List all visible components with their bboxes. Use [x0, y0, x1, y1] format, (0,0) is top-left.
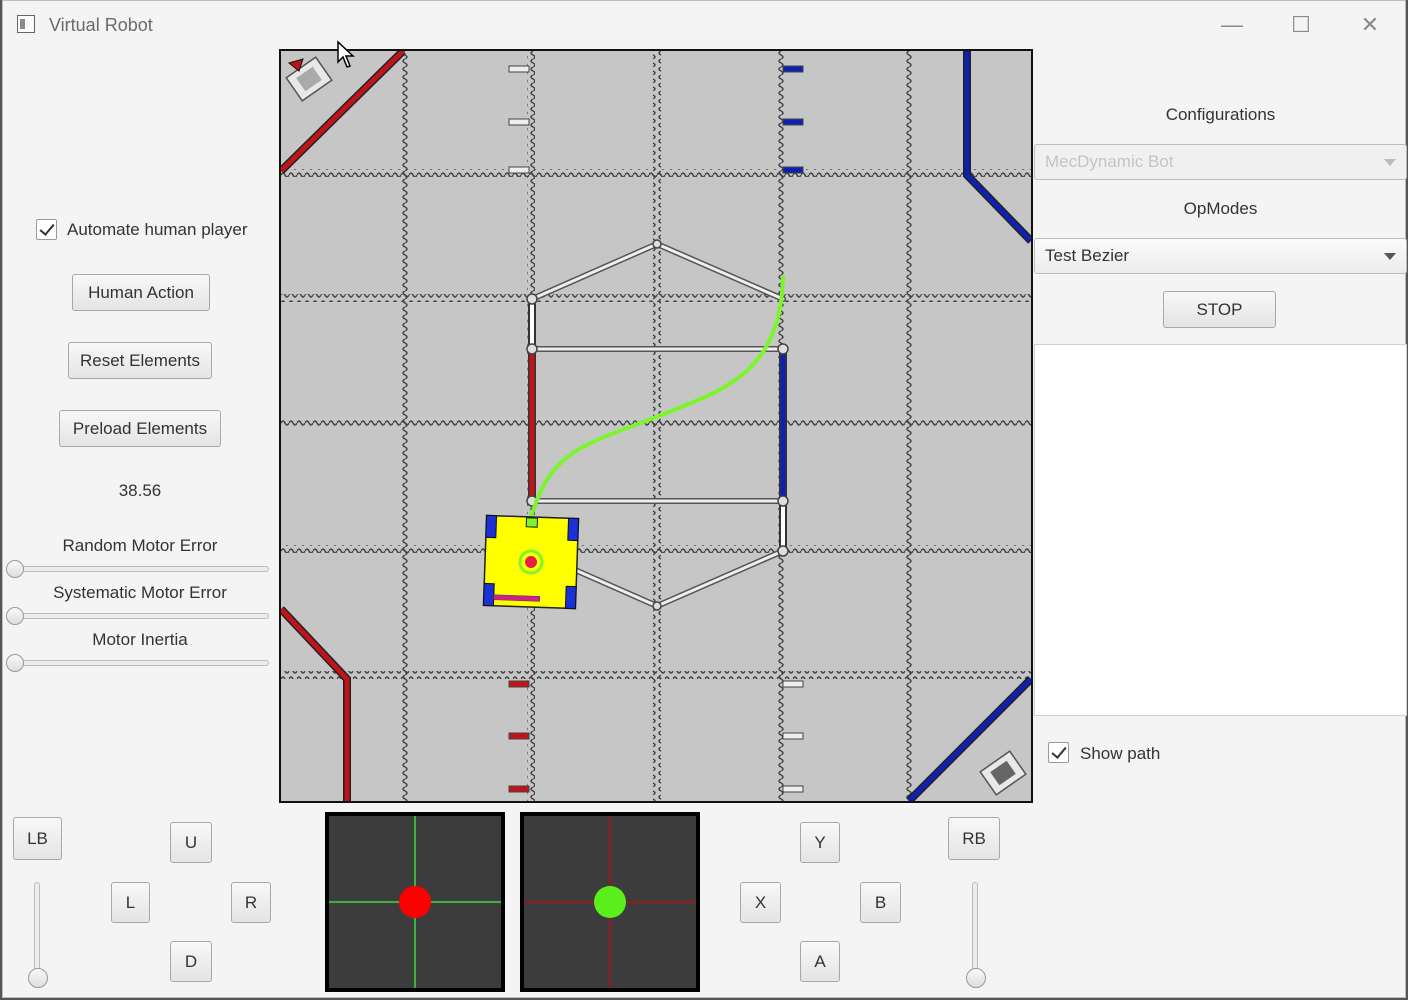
chevron-down-icon — [1384, 159, 1396, 166]
stop-button[interactable]: STOP — [1163, 291, 1276, 328]
field-canvas — [279, 49, 1033, 803]
opmodes-value: Test Bezier — [1045, 246, 1130, 265]
human-action-button[interactable]: Human Action — [72, 274, 210, 311]
robot — [482, 514, 580, 610]
left-trigger-thumb[interactable] — [28, 968, 48, 988]
lb-button[interactable]: LB — [13, 817, 62, 860]
left-joystick[interactable] — [325, 812, 505, 992]
value-readout: 38.56 — [118, 481, 162, 500]
configurations-value: MecDynamic Bot — [1045, 152, 1174, 171]
configurations-label: Configurations — [1165, 105, 1276, 124]
left-joystick-drawing — [329, 816, 501, 988]
x-button[interactable]: X — [740, 882, 781, 923]
configurations-select: MecDynamic Bot — [1034, 144, 1407, 180]
random-motor-error-thumb[interactable] — [6, 560, 24, 578]
mouse-cursor-icon — [337, 40, 355, 68]
right-trigger-slider[interactable] — [972, 882, 978, 976]
reset-elements-button[interactable]: Reset Elements — [68, 342, 212, 379]
dpad-down-button[interactable]: D — [170, 941, 212, 982]
minimize-button[interactable]: — — [1209, 9, 1255, 41]
maximize-button[interactable]: ☐ — [1278, 9, 1324, 41]
dpad-left-button[interactable]: L — [111, 882, 150, 923]
left-trigger-slider[interactable] — [34, 882, 40, 976]
systematic-motor-error-slider[interactable] — [9, 613, 269, 619]
systematic-motor-error-thumb[interactable] — [6, 607, 24, 625]
automate-checkbox[interactable] — [36, 219, 57, 240]
rb-button[interactable]: RB — [948, 817, 1000, 860]
right-joystick[interactable] — [520, 812, 700, 992]
right-trigger-thumb[interactable] — [966, 968, 986, 988]
window-title: Virtual Robot — [49, 15, 153, 35]
telemetry-area — [1034, 344, 1407, 716]
preload-elements-button[interactable]: Preload Elements — [59, 410, 221, 447]
motor-inertia-label: Motor Inertia — [92, 630, 188, 649]
systematic-motor-error-label: Systematic Motor Error — [53, 583, 227, 602]
random-motor-error-slider[interactable] — [9, 566, 269, 572]
motor-inertia-slider[interactable] — [9, 660, 269, 666]
random-motor-error-label: Random Motor Error — [62, 536, 218, 555]
title-bar: Virtual Robot — ☐ ✕ — [3, 1, 1405, 49]
y-button[interactable]: Y — [800, 822, 840, 863]
chevron-down-icon — [1384, 253, 1396, 260]
automate-label: Automate human player — [67, 220, 248, 239]
dpad-up-button[interactable]: U — [170, 822, 212, 863]
close-button[interactable]: ✕ — [1347, 9, 1393, 41]
opmodes-select[interactable]: Test Bezier — [1034, 238, 1407, 274]
show-path-checkbox[interactable] — [1048, 742, 1069, 763]
b-button[interactable]: B — [860, 882, 901, 923]
show-path-label: Show path — [1080, 744, 1161, 763]
field-drawing — [281, 51, 1031, 801]
opmodes-label: OpModes — [1183, 199, 1258, 218]
right-joystick-drawing — [524, 816, 696, 988]
a-button[interactable]: A — [800, 941, 840, 982]
motor-inertia-thumb[interactable] — [6, 654, 24, 672]
app-icon — [17, 15, 35, 33]
app-window: Virtual Robot — ☐ ✕ Automate human playe… — [2, 0, 1407, 998]
dpad-right-button[interactable]: R — [231, 882, 271, 923]
